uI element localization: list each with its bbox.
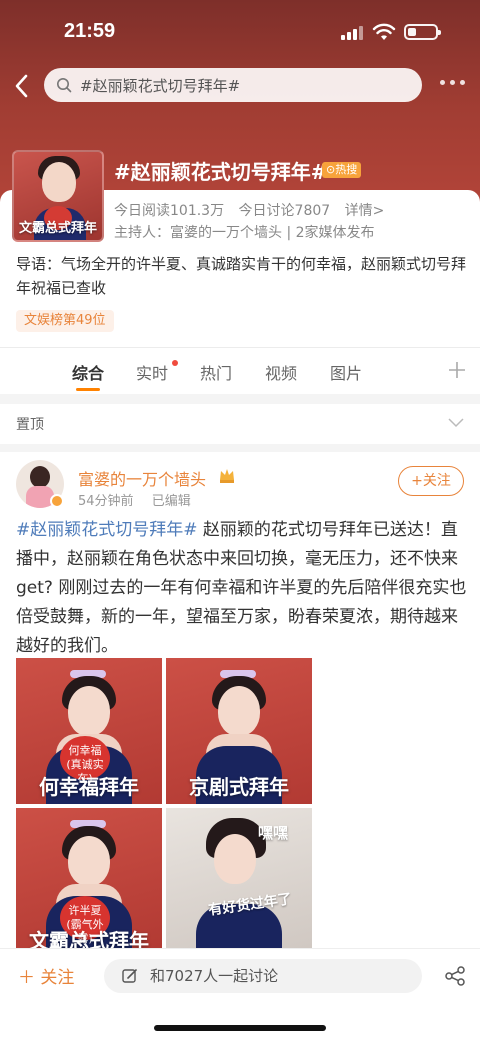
search-icon: [57, 78, 72, 93]
post-edited: 已编辑: [151, 494, 191, 509]
tab-comprehensive[interactable]: 综合: [72, 360, 104, 384]
add-tab-icon[interactable]: [448, 361, 466, 379]
details-link[interactable]: 详情>: [345, 203, 385, 219]
verified-badge-icon: [50, 494, 64, 508]
post-text: 赵丽颖的花式切号拜年已送达！直播中，赵丽颖在角色状态中来回切换，毫无压力，还不快…: [16, 520, 467, 656]
pinned-label: 置顶: [16, 417, 44, 433]
post-hashtag[interactable]: #赵丽颖花式切号拜年#: [16, 520, 198, 540]
post-image[interactable]: 京剧式拜年: [166, 658, 312, 804]
pinned-header[interactable]: 置顶: [0, 404, 480, 444]
wifi-icon: [372, 23, 396, 40]
search-bar[interactable]: #赵丽颖花式切号拜年#: [44, 68, 422, 102]
tab-hot[interactable]: 热门: [200, 360, 232, 384]
home-indicator: [154, 1025, 326, 1031]
bottom-action-bar: ＋ 关注 和7027人一起讨论: [0, 948, 480, 1039]
discussion-label: 和7027人一起讨论: [150, 967, 279, 985]
status-time: 21:59: [64, 20, 116, 42]
ranking-badge[interactable]: 文娱榜第49位: [16, 310, 114, 332]
topic-intro: 导语：气场全开的许半夏、真诚踏实肯干的何幸福，赵丽颖式切号拜年祝福已查收: [16, 255, 467, 297]
chevron-down-icon: [448, 418, 464, 428]
daily-discussions: 今日讨论7807: [238, 203, 331, 219]
member-crown-icon: [220, 469, 234, 483]
post-image[interactable]: 嘿嘿 有好货过年了: [166, 808, 312, 948]
status-bar: 21:59: [0, 18, 480, 48]
new-content-dot: [172, 360, 178, 366]
tab-video[interactable]: 视频: [265, 360, 297, 384]
topic-title: #赵丽颖花式切号拜年#: [114, 160, 328, 184]
cellular-signal-icon: [341, 26, 365, 40]
hot-search-badge: ⊙热搜: [322, 162, 362, 178]
search-text: #赵丽颖花式切号拜年#: [80, 76, 241, 95]
daily-reads: 今日阅读101.3万: [114, 203, 225, 219]
back-arrow-icon[interactable]: [14, 74, 30, 98]
topic-host-line: 主持人：富婆的一万个墙头 | 2家媒体发布: [114, 225, 375, 241]
bottom-follow-button[interactable]: ＋ 关注: [18, 963, 74, 988]
more-options-icon[interactable]: [440, 80, 466, 88]
thumbnail-caption: 文霸总式拜年: [18, 221, 97, 236]
post-meta: 54分钟前 已编辑: [78, 490, 191, 509]
image-bubble: 嘿嘿: [258, 824, 289, 842]
share-icon[interactable]: [444, 965, 466, 987]
post-body: #赵丽颖花式切号拜年# 赵丽颖的花式切号拜年已送达！直播中，赵丽颖在角色状态中来…: [16, 516, 468, 661]
topic-thumbnail: 文霸总式拜年: [12, 150, 104, 242]
post-image[interactable]: 许半夏 (霸气外露) 文霸总式拜年: [16, 808, 162, 948]
topic-stats: 今日阅读101.3万 今日讨论7807 详情>: [114, 200, 384, 220]
section-gap: [0, 444, 480, 452]
discussion-input[interactable]: 和7027人一起讨论: [104, 959, 422, 993]
section-gap: [0, 394, 480, 404]
battery-icon: [404, 24, 441, 40]
image-label: 文霸总式拜年: [29, 929, 149, 948]
post-author-name[interactable]: 富婆的一万个墙头: [78, 466, 206, 490]
image-label: 何幸福拜年: [39, 775, 139, 799]
edit-icon: [122, 969, 137, 983]
tab-realtime[interactable]: 实时: [136, 360, 168, 384]
image-label: 京剧式拜年: [189, 775, 289, 799]
active-tab-indicator: [76, 388, 100, 391]
post-time: 54分钟前: [78, 494, 134, 509]
follow-author-button[interactable]: +关注: [398, 466, 464, 496]
tab-images[interactable]: 图片: [330, 360, 362, 384]
topic-tabs: 综合 实时 热门 视频 图片: [0, 348, 480, 394]
post-image[interactable]: 何幸福 (真诚实在) 何幸福拜年: [16, 658, 162, 804]
